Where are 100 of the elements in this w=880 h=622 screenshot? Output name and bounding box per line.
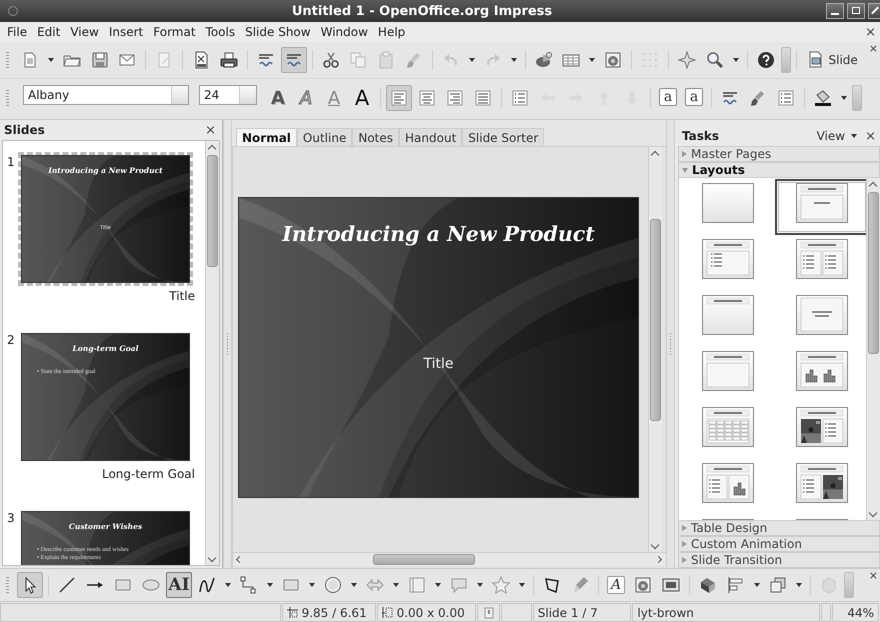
splitter-handle[interactable] xyxy=(223,120,232,568)
layout-preview-icon xyxy=(702,463,754,503)
layout-preview-icon xyxy=(702,183,754,223)
slide-count: Slide 1 / 7 xyxy=(532,603,632,622)
scrollbar[interactable] xyxy=(233,552,666,566)
document-modified-icon xyxy=(484,606,494,618)
superscript-button[interactable]: a xyxy=(659,88,677,106)
layout-option[interactable] xyxy=(775,179,866,235)
dropdown-arrow-icon[interactable] xyxy=(841,96,847,100)
text-tool-button[interactable]: AI xyxy=(166,572,192,598)
section-header[interactable]: Layouts xyxy=(678,162,880,178)
slide-title: Introducing a New Product xyxy=(280,222,596,246)
fontwork-button[interactable]: A xyxy=(607,576,625,594)
layout-preview-icon xyxy=(796,351,848,391)
position-field: 9.85 / 6.61 xyxy=(282,603,376,622)
size-field: 0.00 x 0.00 xyxy=(376,603,476,622)
collapsed-triangle-icon xyxy=(682,151,687,157)
splitter-handle[interactable] xyxy=(666,120,675,568)
section-header[interactable]: Table Design xyxy=(678,520,880,536)
scroll-thumb[interactable] xyxy=(868,192,879,354)
dropdown-arrow-icon[interactable] xyxy=(393,583,399,587)
font-size-box[interactable]: 24 xyxy=(199,85,257,105)
text-lines-icon[interactable] xyxy=(280,47,307,73)
dropdown-arrow-icon[interactable] xyxy=(477,583,483,587)
zoom-level[interactable]: 44% xyxy=(832,603,879,622)
scroll-thumb[interactable] xyxy=(373,554,475,565)
menu-item[interactable]: View xyxy=(65,25,104,39)
toolbar-grip[interactable] xyxy=(6,90,9,106)
text-a-button[interactable]: A xyxy=(349,85,375,111)
section-header[interactable]: Master Pages xyxy=(678,146,880,162)
layout-preview-icon xyxy=(796,239,848,279)
close-document-button[interactable]: × xyxy=(861,24,880,40)
shadow-text-button[interactable]: A xyxy=(265,85,291,111)
overflow-handle[interactable] xyxy=(852,85,862,111)
minimize-button[interactable] xyxy=(826,3,844,19)
menu-item[interactable]: File xyxy=(2,25,32,39)
close-toolbar-button[interactable]: × xyxy=(866,42,880,55)
panel-title: Tasks xyxy=(682,129,720,143)
view-tab[interactable]: Normal xyxy=(236,128,297,146)
panel-title: Slides xyxy=(4,123,45,137)
position-icon xyxy=(286,607,298,618)
menu-item[interactable]: Tools xyxy=(200,25,240,39)
dropdown-arrow-icon[interactable] xyxy=(48,58,54,62)
window-menu-icon[interactable] xyxy=(8,6,18,16)
view-tab[interactable]: Outline xyxy=(296,128,352,146)
view-tab[interactable]: Notes xyxy=(352,128,400,146)
view-menu-button[interactable]: View xyxy=(814,129,848,143)
menu-item[interactable]: Format xyxy=(148,25,201,39)
overflow-handle[interactable] xyxy=(844,572,854,598)
menu-item[interactable]: Window xyxy=(316,25,373,39)
toolbar-grip[interactable] xyxy=(6,577,9,593)
subscript-button[interactable]: a xyxy=(685,88,703,106)
dropdown-arrow-icon[interactable] xyxy=(754,583,760,587)
window-title: Untitled 1 - OpenOffice.org Impress xyxy=(290,4,554,18)
view-tab[interactable]: Handout xyxy=(399,128,462,146)
scroll-thumb[interactable] xyxy=(650,219,661,421)
dropdown-arrow-icon[interactable] xyxy=(351,583,357,587)
dropdown-arrow-icon[interactable] xyxy=(225,583,231,587)
section-header[interactable]: Custom Animation xyxy=(678,536,880,552)
section-header[interactable]: Slide Transition xyxy=(678,552,880,568)
collapsed-triangle-icon xyxy=(682,557,687,563)
align-left-icon[interactable] xyxy=(386,85,412,111)
menu-item[interactable]: Edit xyxy=(32,25,66,39)
slide-document-icon xyxy=(806,51,824,69)
overflow-handle[interactable] xyxy=(780,47,790,73)
slide-button[interactable]: Slide xyxy=(802,47,863,73)
layout-preview-icon xyxy=(796,295,848,335)
dropdown-arrow-icon[interactable] xyxy=(851,134,858,138)
dropdown-arrow-icon[interactable] xyxy=(435,583,441,587)
scroll-thumb[interactable] xyxy=(207,155,218,267)
dropdown-arrow-icon[interactable] xyxy=(309,583,315,587)
maximize-button[interactable] xyxy=(847,3,865,19)
scrollbar[interactable] xyxy=(648,147,662,552)
expanded-triangle-icon xyxy=(682,168,688,172)
slide-label: Long-term Goal xyxy=(100,466,196,483)
menu-item[interactable]: Slide Show xyxy=(240,25,316,39)
collapsed-triangle-icon xyxy=(682,541,687,547)
view-tab[interactable]: Slide Sorter xyxy=(462,128,544,146)
slide-canvas[interactable]: Introducing a New Product Title xyxy=(238,197,639,498)
toolbar-grip[interactable] xyxy=(6,52,9,68)
layout-preview-icon xyxy=(796,407,848,447)
menu-item[interactable]: Insert xyxy=(104,25,148,39)
scrollbar[interactable] xyxy=(205,141,219,565)
dropdown-arrow-icon[interactable] xyxy=(732,58,739,62)
slide-number: 2 xyxy=(7,333,13,349)
dropdown-arrow-icon[interactable] xyxy=(519,583,525,587)
slide-number: 3 xyxy=(7,511,13,527)
scrollbar[interactable] xyxy=(866,178,880,520)
layout-preview-icon xyxy=(702,295,754,335)
dropdown-arrow-icon[interactable] xyxy=(589,58,596,62)
slide-subtitle: Title xyxy=(422,356,454,372)
dropdown-arrow-icon[interactable] xyxy=(267,583,273,587)
slide-number: 1 xyxy=(7,155,13,171)
font-name-box[interactable]: Albany xyxy=(23,85,189,105)
menu-item[interactable]: Help xyxy=(372,25,410,39)
close-toolbar-button[interactable]: × xyxy=(866,569,880,582)
close-panel-button[interactable]: × xyxy=(861,128,880,144)
size-icon xyxy=(382,607,393,618)
dropdown-arrow-icon[interactable] xyxy=(796,583,802,587)
close-panel-button[interactable]: × xyxy=(201,122,220,138)
